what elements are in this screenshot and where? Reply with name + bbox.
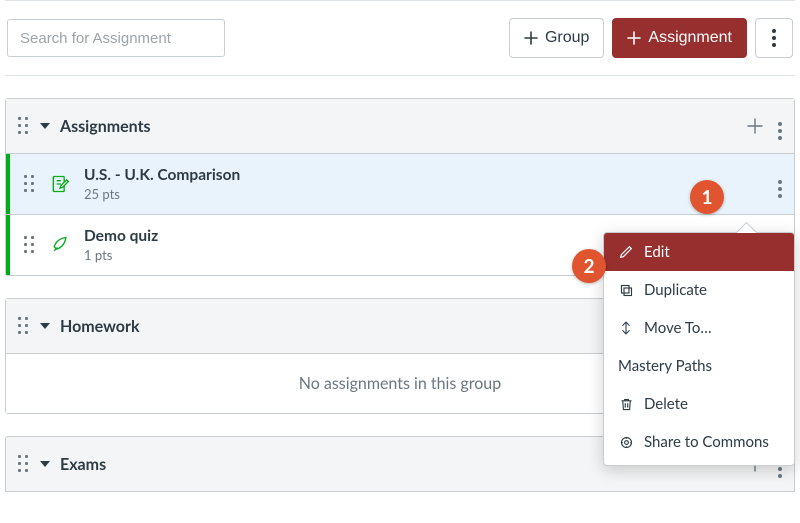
group-title: Exams: [60, 455, 106, 474]
group-title: Homework: [60, 317, 140, 336]
chevron-down-icon: [40, 323, 50, 329]
drag-handle-icon[interactable]: [24, 175, 36, 193]
assignment-points: 1 pts: [84, 247, 158, 263]
trash-icon: [618, 397, 634, 412]
commons-icon: [618, 435, 634, 450]
plus-icon: [627, 31, 641, 45]
assignment-title: Demo quiz: [84, 227, 158, 245]
drag-handle-icon[interactable]: [24, 236, 36, 254]
menu-edit[interactable]: Edit: [604, 233, 794, 271]
toolbar: Group Assignment: [5, 0, 795, 76]
group-add-item-button[interactable]: [746, 117, 764, 135]
drag-handle-icon[interactable]: [18, 117, 30, 135]
callout-1: 1: [690, 180, 724, 214]
drag-handle-icon[interactable]: [18, 455, 30, 473]
pencil-icon: [618, 244, 634, 260]
assignment-points: 25 pts: [84, 186, 240, 202]
menu-move-label: Move To…: [644, 319, 712, 337]
duplicate-icon: [618, 283, 634, 298]
group-more-button[interactable]: [778, 112, 782, 140]
assignment-row[interactable]: U.S. - U.K. Comparison 25 pts: [6, 154, 794, 215]
add-group-button[interactable]: Group: [509, 18, 604, 58]
add-assignment-label: Assignment: [648, 29, 732, 47]
kebab-icon: [778, 180, 782, 198]
assignment-more-button[interactable]: [778, 170, 782, 198]
callout-2: 2: [572, 249, 606, 283]
menu-delete[interactable]: Delete: [604, 385, 794, 423]
assignment-context-menu: Edit Duplicate Move To… Mastery Paths De…: [603, 232, 795, 466]
drag-handle-icon[interactable]: [18, 317, 30, 335]
move-icon: [618, 320, 634, 336]
menu-duplicate[interactable]: Duplicate: [604, 271, 794, 309]
toolbar-more-button[interactable]: [755, 18, 793, 58]
plus-icon: [524, 31, 538, 45]
group-header-assignments[interactable]: Assignments: [6, 99, 794, 154]
assignment-title: U.S. - U.K. Comparison: [84, 166, 240, 184]
chevron-down-icon: [40, 123, 50, 129]
add-group-label: Group: [545, 29, 589, 47]
menu-mastery-label: Mastery Paths: [618, 357, 712, 375]
quiz-icon: [50, 235, 70, 255]
menu-mastery-paths[interactable]: Mastery Paths: [604, 347, 794, 385]
search-input[interactable]: [7, 19, 225, 57]
menu-duplicate-label: Duplicate: [644, 281, 707, 299]
assignment-icon: [50, 174, 70, 194]
chevron-down-icon: [40, 461, 50, 467]
menu-share-label: Share to Commons: [644, 433, 769, 451]
menu-edit-label: Edit: [644, 243, 670, 261]
menu-move-to[interactable]: Move To…: [604, 309, 794, 347]
kebab-icon: [772, 29, 776, 47]
menu-delete-label: Delete: [644, 395, 688, 413]
menu-share-commons[interactable]: Share to Commons: [604, 423, 794, 461]
kebab-icon: [778, 122, 782, 140]
add-assignment-button[interactable]: Assignment: [612, 18, 747, 58]
group-title: Assignments: [60, 117, 151, 136]
